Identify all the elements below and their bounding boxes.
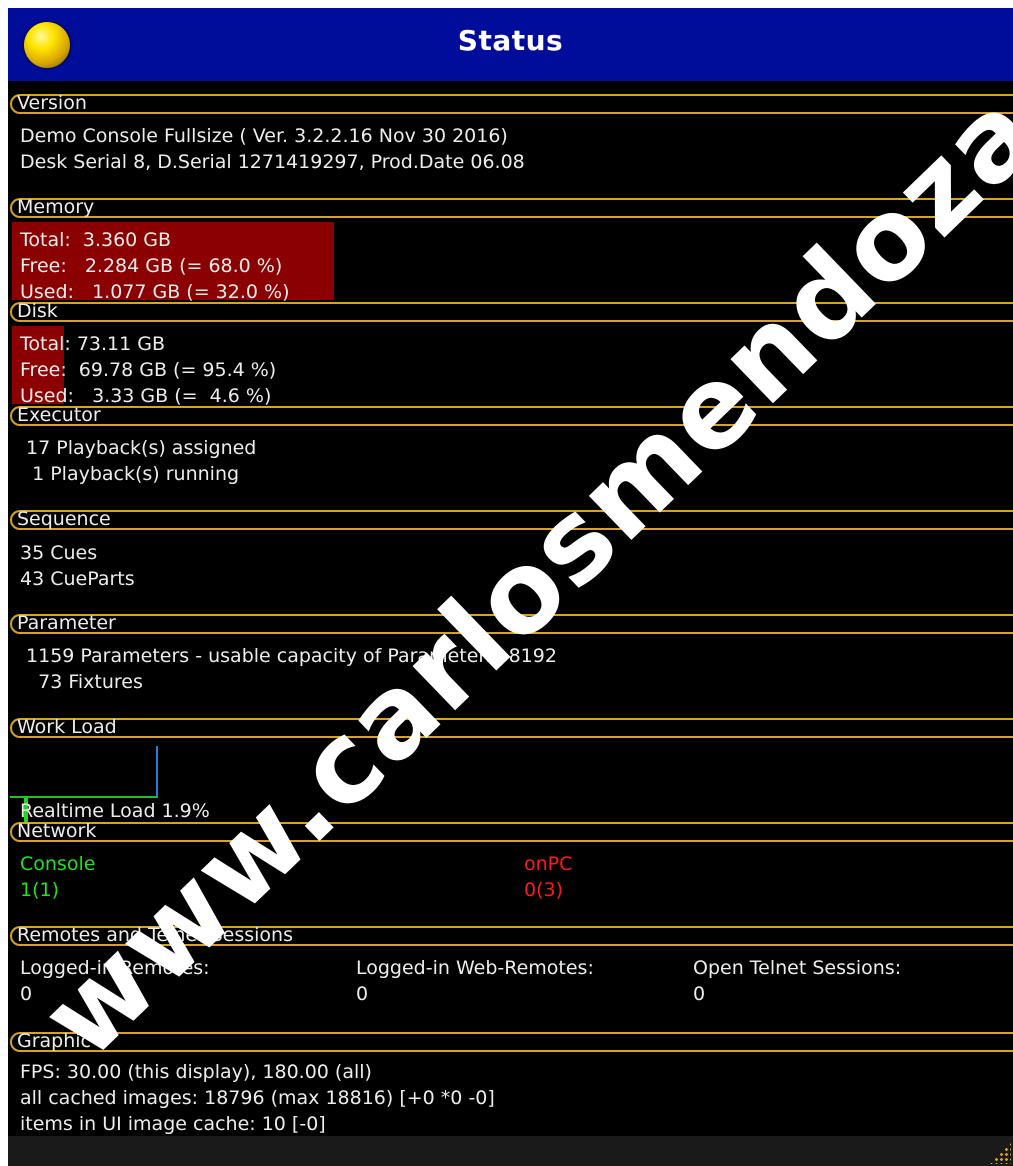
section-header-workload: Work Load [10,716,1013,738]
fixture-count: 73 Fixtures [20,671,143,693]
section-header-disk: Disk [10,300,1013,322]
workload-graph [10,746,158,798]
web-remotes-label: Logged-in Web-Remotes: [356,957,594,979]
graphic-cached-images: all cached images: 18796 (max 18816) [+0… [20,1087,495,1109]
window-title: Status [457,24,564,57]
serial-line: Desk Serial 8, D.Serial 1271419297, Prod… [20,151,525,173]
memory-free: Free: 2.284 GB (= 68.0 %) [20,255,283,277]
memory-total: Total: 3.360 GB [20,229,172,251]
executor-running: 1 Playback(s) running [20,463,240,485]
title-bar[interactable]: Status [8,8,1013,81]
remotes-label: Logged-in Remotes: [20,957,210,979]
graphic-ui-cache: items in UI image cache: 10 [-0] [20,1113,326,1135]
section-header-memory: Memory [10,196,1013,218]
section-header-remotes: Remotes and Telnet Sessions [10,924,1013,946]
section-header-version: Version [10,92,1013,114]
bottom-status-bar [8,1136,1013,1166]
status-content: Version Demo Console Fullsize ( Ver. 3.2… [8,86,1013,1136]
network-console-label: Console [20,853,96,875]
network-console-value: 1(1) [20,879,60,901]
status-window: Status Version Demo Console Fullsize ( V… [8,8,1013,1166]
sequence-cues: 35 Cues [20,542,98,564]
parameter-count: 1159 Parameters - usable capacity of Par… [20,645,557,667]
section-header-graphic: Graphic [10,1030,1013,1052]
network-onpc-value: 0(3) [524,879,564,901]
disk-total: Total: 73.11 GB [20,333,166,355]
telnet-sessions-label: Open Telnet Sessions: [693,957,902,979]
telnet-sessions-value: 0 [693,983,706,1005]
graphic-fps: FPS: 30.00 (this display), 180.00 (all) [20,1061,372,1083]
section-header-executor: Executor [10,404,1013,426]
remotes-value: 0 [20,983,33,1005]
executor-assigned: 17 Playback(s) assigned [20,437,257,459]
network-onpc-label: onPC [524,853,573,875]
section-header-network: Network [10,820,1013,842]
section-header-sequence: Sequence [10,508,1013,530]
disk-free: Free: 69.78 GB (= 95.4 %) [20,359,277,381]
version-line: Demo Console Fullsize ( Ver. 3.2.2.16 No… [20,125,508,147]
web-remotes-value: 0 [356,983,369,1005]
section-header-parameter: Parameter [10,612,1013,634]
sequence-cueparts: 43 CueParts [20,568,135,590]
